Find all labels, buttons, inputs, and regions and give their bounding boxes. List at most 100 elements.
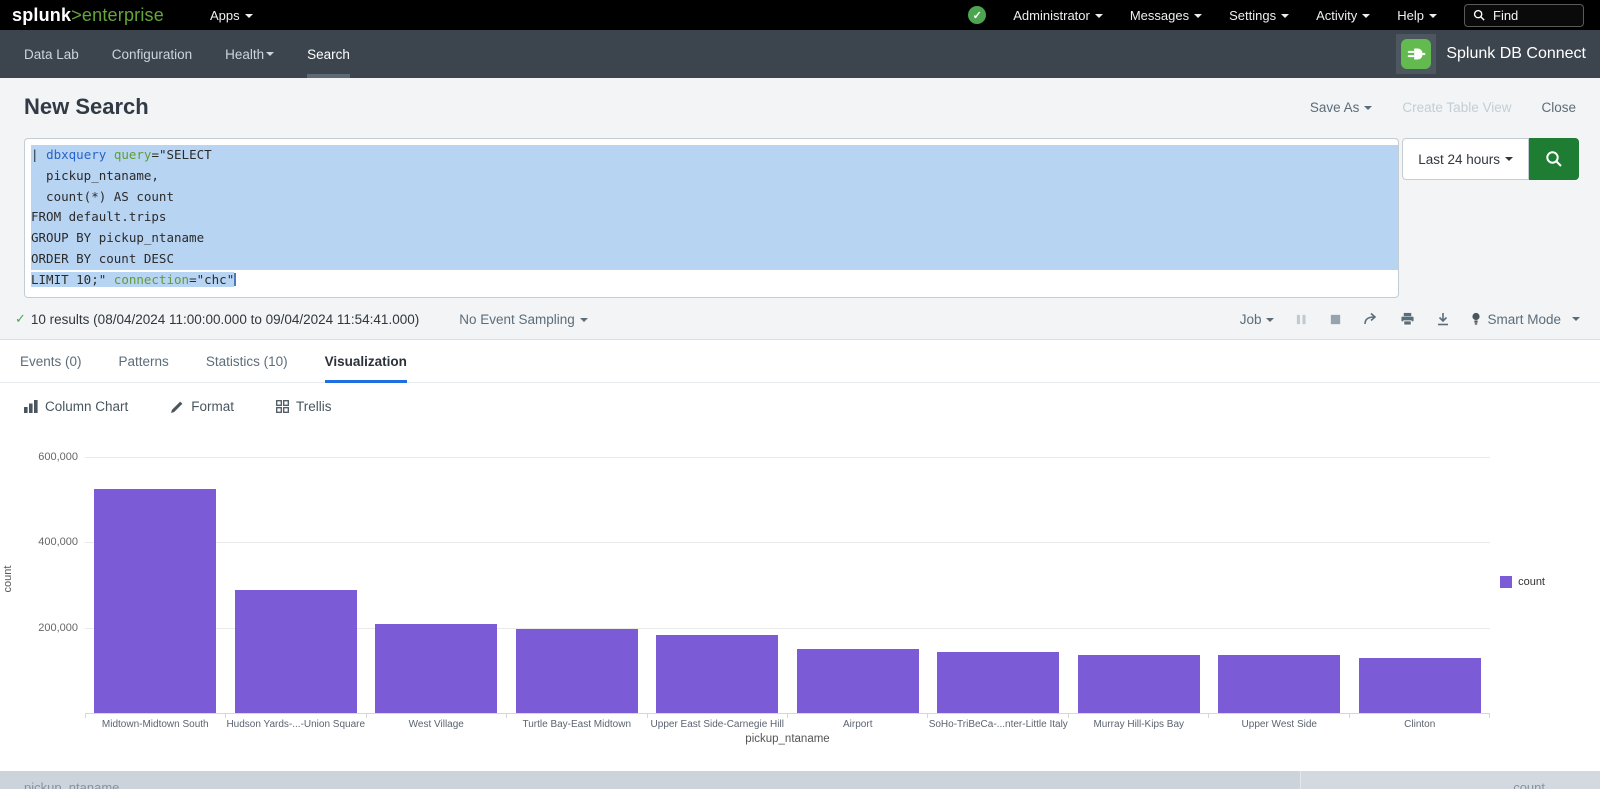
time-range-picker[interactable]: Last 24 hours: [1402, 138, 1529, 180]
nav-item-configuration[interactable]: Configuration: [112, 30, 192, 78]
bar-1[interactable]: [94, 489, 216, 713]
query-line: FROM default.trips: [31, 207, 1398, 228]
chevron-down-icon: [1429, 14, 1437, 18]
text-cursor: [234, 273, 236, 286]
chevron-down-icon: [1364, 106, 1372, 110]
bar-9[interactable]: [1218, 655, 1340, 713]
legend-swatch: [1500, 576, 1512, 588]
job-menu[interactable]: Job: [1240, 312, 1275, 327]
x-axis-category-labels: Midtown-Midtown SouthHudson Yards-...-Un…: [85, 719, 1490, 730]
bar-5[interactable]: [656, 635, 778, 714]
share-button[interactable]: [1363, 312, 1379, 326]
app-nav-bar: Data Lab Configuration Health Search Spl…: [0, 30, 1600, 78]
search-query-input[interactable]: | dbxquery query="SELECT pickup_ntaname,…: [24, 138, 1399, 298]
success-check-icon: ✓: [15, 311, 26, 327]
logo-enterprise-text: >enterprise: [71, 5, 164, 25]
y-axis-tick-label: 600,000: [0, 451, 78, 463]
topbar-menu-activity[interactable]: Activity: [1316, 8, 1370, 23]
table-header-count[interactable]: count: [1300, 771, 1600, 789]
topbar-menu-help[interactable]: Help: [1397, 8, 1437, 23]
bar-7[interactable]: [937, 652, 1059, 713]
query-line: LIMIT 10;" connection="chc": [31, 270, 1398, 291]
chevron-down-icon: [1095, 14, 1103, 18]
table-header-pickup-ntaname[interactable]: pickup_ntaname: [0, 771, 1300, 789]
tab-patterns[interactable]: Patterns: [119, 340, 169, 383]
bar-8[interactable]: [1078, 655, 1200, 713]
query-line: ORDER BY count DESC: [31, 249, 1398, 270]
chart-type-picker[interactable]: Column Chart: [24, 399, 128, 414]
lightbulb-icon: [1471, 312, 1481, 326]
share-icon: [1363, 312, 1379, 326]
statistics-table-header: pickup_ntaname count: [0, 771, 1600, 789]
create-table-view-button[interactable]: Create Table View: [1402, 100, 1511, 115]
top-bar: splunk>enterprise Apps ✓ Administrator M…: [0, 0, 1600, 30]
query-line: pickup_ntaname,: [31, 166, 1398, 187]
stop-icon: [1329, 313, 1342, 326]
nav-item-search[interactable]: Search: [307, 30, 350, 78]
results-tabs: Events (0) Patterns Statistics (10) Visu…: [0, 340, 1600, 383]
bar-3[interactable]: [375, 624, 497, 713]
download-icon: [1436, 312, 1450, 326]
close-button[interactable]: Close: [1541, 100, 1576, 115]
topbar-menu-administrator[interactable]: Administrator: [1013, 8, 1103, 23]
event-sampling-dropdown[interactable]: No Event Sampling: [459, 312, 588, 327]
category-label: West Village: [366, 719, 507, 730]
pause-button[interactable]: [1295, 313, 1308, 326]
find-input[interactable]: [1491, 7, 1571, 24]
search-mode-dropdown[interactable]: Smart Mode: [1471, 312, 1580, 327]
print-button[interactable]: [1400, 312, 1415, 326]
category-label: Airport: [788, 719, 929, 730]
topbar-menu-messages[interactable]: Messages: [1130, 8, 1202, 23]
apps-menu[interactable]: Apps: [210, 8, 253, 23]
chart-legend[interactable]: count: [1500, 576, 1545, 588]
chart-bars: [85, 457, 1490, 713]
chevron-down-icon: [1194, 14, 1202, 18]
category-label: Clinton: [1350, 719, 1491, 730]
category-label: Murray Hill-Kips Bay: [1069, 719, 1210, 730]
category-label: SoHo-TriBeCa-...nter-Little Italy: [928, 719, 1069, 730]
query-line: count(*) AS count: [31, 187, 1398, 208]
chevron-down-icon: [1505, 157, 1513, 161]
category-label: Midtown-Midtown South: [85, 719, 226, 730]
tab-events[interactable]: Events (0): [20, 340, 82, 383]
tab-statistics[interactable]: Statistics (10): [206, 340, 288, 383]
bar-10[interactable]: [1359, 658, 1481, 713]
chevron-down-icon: [1362, 14, 1370, 18]
health-status-icon[interactable]: ✓: [968, 6, 986, 24]
export-button[interactable]: [1436, 312, 1450, 326]
tab-visualization[interactable]: Visualization: [325, 340, 407, 383]
query-line: | dbxquery query="SELECT: [31, 145, 1398, 166]
column-chart: count 200,000 400,000 600,000 Midtown-Midt…: [0, 426, 1600, 743]
save-as-button[interactable]: Save As: [1310, 100, 1373, 115]
category-label: Upper East Side-Carnegie Hill: [647, 719, 788, 730]
nav-item-data-lab[interactable]: Data Lab: [24, 30, 79, 78]
y-axis-tick-label: 400,000: [0, 536, 78, 548]
chevron-down-icon: [1266, 318, 1274, 322]
category-label: Hudson Yards-...-Union Square: [226, 719, 367, 730]
splunk-logo[interactable]: splunk>enterprise: [12, 5, 164, 26]
y-axis-title: count: [2, 559, 14, 599]
viz-controls: Column Chart Format Trellis: [0, 383, 1600, 426]
bar-2[interactable]: [235, 590, 357, 713]
bar-6[interactable]: [797, 649, 919, 713]
db-connect-app-icon: [1396, 34, 1436, 74]
search-icon: [1544, 149, 1564, 169]
search-submit-button[interactable]: [1529, 138, 1579, 180]
x-axis-title: pickup_ntaname: [85, 733, 1490, 745]
category-label: Upper West Side: [1209, 719, 1350, 730]
column-chart-icon: [24, 400, 38, 413]
logo-splunk-text: splunk: [12, 5, 71, 25]
page-title: New Search: [24, 94, 149, 120]
pencil-icon: [170, 400, 184, 414]
results-status-text: 10 results (08/04/2024 11:00:00.000 to 0…: [31, 312, 419, 327]
stop-button[interactable]: [1329, 313, 1342, 326]
trellis-button[interactable]: Trellis: [276, 399, 332, 414]
find-search-box[interactable]: [1464, 4, 1584, 27]
topbar-menu-settings[interactable]: Settings: [1229, 8, 1289, 23]
nav-item-health[interactable]: Health: [225, 30, 274, 78]
format-button[interactable]: Format: [170, 399, 234, 414]
bar-4[interactable]: [516, 629, 638, 713]
y-axis-tick-label: 200,000: [0, 622, 78, 634]
pause-icon: [1295, 313, 1308, 326]
query-line: GROUP BY pickup_ntaname: [31, 228, 1398, 249]
